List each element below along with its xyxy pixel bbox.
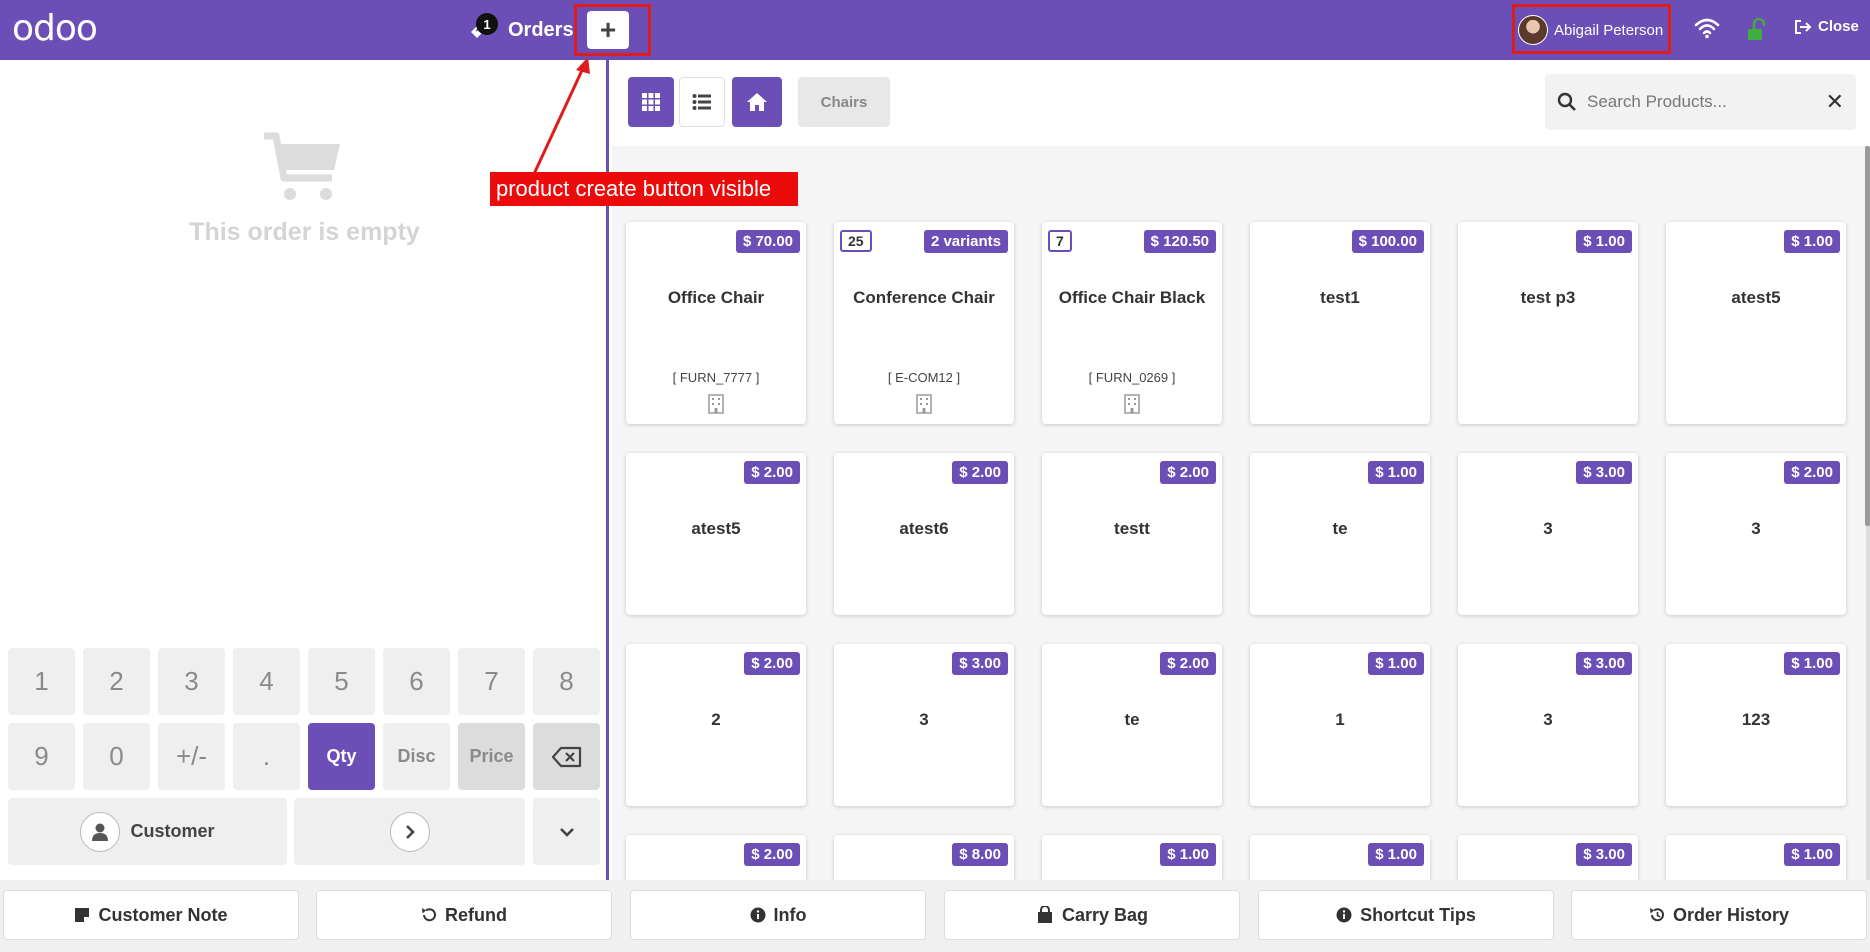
annotation-callout: product create button visible	[490, 172, 798, 206]
annotation-arrow	[532, 57, 590, 175]
